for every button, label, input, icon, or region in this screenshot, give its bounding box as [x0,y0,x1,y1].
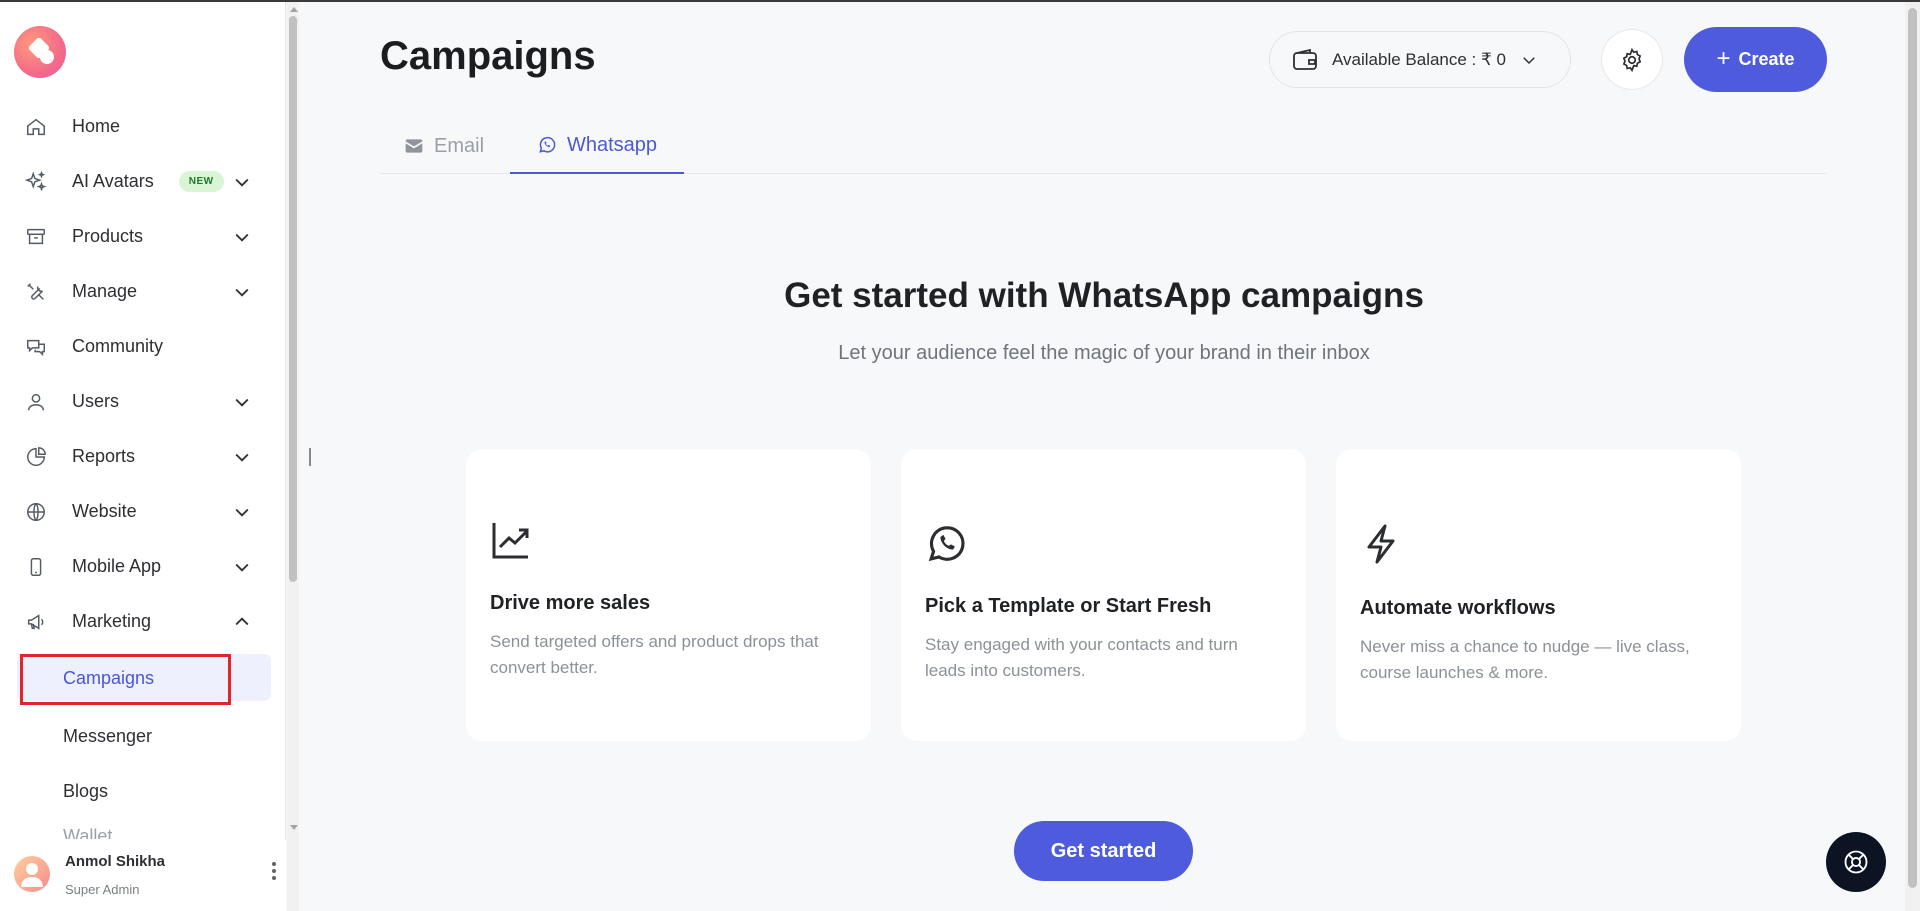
sidebar-subitem-campaigns[interactable]: Campaigns [0,654,286,709]
sidebar-item-label: Mobile App [72,556,162,576]
megaphone-icon [24,610,48,634]
main-scrollbar[interactable] [1905,2,1920,911]
chevron-up-icon[interactable] [232,612,252,632]
sidebar-item-home[interactable]: Home [0,99,286,154]
sidebar-subitem-label: Wallet [63,825,113,840]
sidebar-subitem-label: Messenger [63,726,153,746]
sparkles-icon [24,170,48,194]
feature-card: Automate workflows Never miss a chance t… [1336,449,1741,741]
support-wheel-icon [1844,850,1868,874]
balance-label: Available Balance : ₹ 0 [1332,49,1507,69]
new-badge: NEW [178,171,224,192]
chevron-down-icon[interactable] [232,502,252,522]
sidebar-item-label: AI Avatars [72,171,154,191]
sidebar-item-label: Home [72,116,121,136]
mail-icon [404,136,424,156]
sidebar-subitem-label: Blogs [63,781,109,801]
tab-whatsapp[interactable]: Whatsapp [510,118,684,174]
scrollbar-thumb[interactable] [1908,8,1917,888]
hero-title: Get started with WhatsApp campaigns [784,276,1424,315]
sidebar-item-label: Users [72,391,120,411]
sidebar: Home AI Avatars NEW Products Manage Comm… [0,2,286,911]
sidebar-item-label: Products [72,226,144,246]
card-title: Pick a Template or Start Fresh [925,595,1212,617]
pie-chart-icon [24,445,48,469]
settings-button[interactable] [1601,29,1663,90]
tab-email[interactable]: Email [404,118,484,174]
highlight-box [20,654,231,705]
smartphone-icon [24,555,48,579]
balance-dropdown[interactable]: Available Balance : ₹ 0 [1269,31,1571,88]
sidebar-item-website[interactable]: Website [0,484,286,539]
feature-card: Drive more sales Send targeted offers an… [466,449,871,741]
sidebar-resize-handle[interactable] [309,448,311,466]
user-profile[interactable]: Anmol Shikha Super Admin [0,840,286,911]
sidebar-nav: Home AI Avatars NEW Products Manage Comm… [0,99,286,649]
card-title: Automate workflows [1360,597,1556,619]
user-icon [24,390,48,414]
archive-icon [24,225,48,249]
whatsapp-icon [928,526,965,562]
card-description: Send targeted offers and product drops t… [490,632,819,677]
wallet-icon [1293,48,1317,70]
sidebar-item-label: Website [72,501,137,521]
chevron-down-icon [1523,56,1535,64]
lightning-icon [1367,524,1395,564]
sidebar-subitem-messenger[interactable]: Messenger [0,709,286,764]
avatar [14,856,50,892]
card-description: Stay engaged with your contacts and turn… [925,635,1238,680]
globe-icon [24,500,48,524]
user-name: Anmol Shikha [65,853,166,870]
plus-icon: + [1716,44,1731,72]
sidebar-item-products[interactable]: Products [0,209,286,264]
hero-subtitle: Let your audience feel the magic of your… [838,342,1370,364]
user-role: Super Admin [65,882,140,897]
get-started-button[interactable]: Get started [1014,821,1193,881]
sidebar-item-label: Marketing [72,611,152,631]
sidebar-item-label: Reports [72,446,136,466]
whatsapp-icon [537,135,557,155]
home-icon [24,115,48,139]
card-title: Drive more sales [490,592,651,614]
create-button[interactable]: + Create [1684,27,1827,92]
campaign-tabs: Email Whatsapp [380,118,1826,174]
sidebar-item-reports[interactable]: Reports [0,429,286,484]
sidebar-subitem-blogs[interactable]: Blogs [0,764,286,819]
card-description: Never miss a chance to nudge — live clas… [1360,637,1690,682]
tab-label: Email [434,134,485,157]
chevron-down-icon[interactable] [232,172,252,192]
page-title: Campaigns [380,34,596,78]
chevron-down-icon[interactable] [232,447,252,467]
sidebar-item-users[interactable]: Users [0,374,286,429]
sidebar-item-ai-avatars[interactable]: AI Avatars NEW [0,154,286,209]
chevron-down-icon[interactable] [232,392,252,412]
sidebar-item-mobile-app[interactable]: Mobile App [0,539,286,594]
sidebar-item-marketing[interactable]: Marketing [0,594,286,649]
trending-up-icon [492,523,529,559]
more-options-icon[interactable] [266,858,282,884]
feature-card: Pick a Template or Start Fresh Stay enga… [901,449,1306,741]
gear-icon [1622,47,1642,72]
sidebar-scrollbar[interactable] [287,2,299,911]
help-button[interactable] [1826,832,1886,892]
chevron-down-icon[interactable] [232,227,252,247]
scroll-down-arrow[interactable] [290,825,298,830]
tab-label: Whatsapp [566,133,658,156]
chevron-down-icon[interactable] [232,557,252,577]
scroll-up-arrow[interactable] [290,7,298,12]
app-logo[interactable] [14,26,66,78]
create-button-label: Create [1738,49,1795,69]
marketing-subnav: Campaigns Messenger Blogs Wallet [0,654,286,839]
sidebar-subitem-wallet[interactable]: Wallet [0,819,286,840]
